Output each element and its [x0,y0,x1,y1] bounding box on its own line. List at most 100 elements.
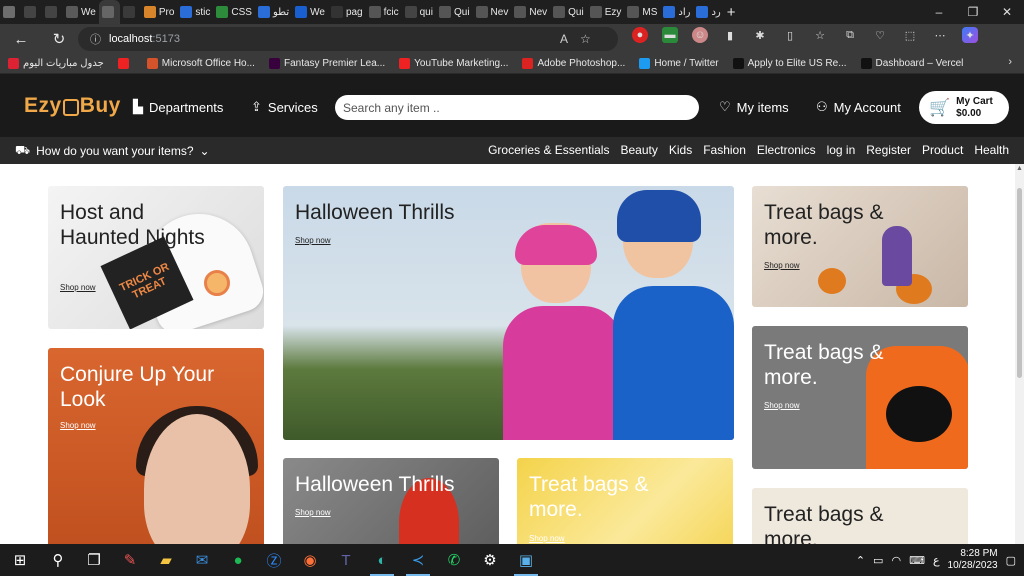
bookmark-link[interactable]: Adobe Photoshop... [522,58,625,69]
promo-card-treat-bags-1[interactable]: Treat bags & more. Shop now [752,186,968,307]
restore-button[interactable]: ❐ [956,5,990,19]
bookmark-link[interactable]: Fantasy Premier Lea... [268,58,385,69]
browser-tab[interactable]: fcic [366,0,402,24]
start-button[interactable]: ⊞ [0,544,40,576]
browser-tab[interactable]: Ezy [587,0,625,24]
shop-now-link[interactable]: Shop now [295,508,331,517]
browser-tab[interactable]: راد [660,0,693,24]
category-link[interactable]: log in [827,143,856,157]
extension-red-icon[interactable]: ● [632,27,648,43]
my-account-link[interactable]: ⚇ My Account [816,99,901,115]
close-window-button[interactable]: ✕ [990,5,1024,19]
cart-button[interactable]: 🛒 My Cart $0.00 [919,91,1009,124]
language-indicator[interactable]: ع [933,554,940,567]
category-link[interactable]: Health [974,143,1009,157]
refresh-button[interactable]: ↻ [44,24,74,54]
category-link[interactable]: Register [866,143,911,157]
firefox-icon[interactable]: ◉ [292,544,328,576]
favorite-star-icon[interactable]: ☆ [580,32,591,46]
browser-tab[interactable]: We [292,0,328,24]
promo-card-halloween-thrills-hero[interactable]: Halloween Thrills Shop now [283,186,734,440]
browser-tab[interactable]: MS [624,0,660,24]
ezybuy-logo[interactable]: Ezy Buy [24,94,121,118]
promo-card-treat-bags-4[interactable]: Treat bags & more. [752,488,968,544]
bookmark-link[interactable]: YouTube Marketing... [399,58,508,69]
shop-now-link[interactable]: Shop now [529,534,565,543]
my-items-link[interactable]: ♡ My items [719,99,789,115]
bookmarks-overflow-icon[interactable]: › [1008,56,1012,68]
split-screen-icon[interactable]: ▯ [782,27,798,43]
url-field[interactable]: ⓘ localhost:5173 [78,27,618,51]
bookmark-link[interactable]: جدول مباريات اليوم [8,58,104,69]
category-link[interactable]: Electronics [757,143,816,157]
promo-card-treat-bags-2[interactable]: Treat bags & more. Shop now [752,326,968,469]
extensions-puzzle-icon[interactable]: ✱ [752,27,768,43]
battery-icon[interactable]: ▭ [873,554,883,567]
category-link[interactable]: Fashion [703,143,746,157]
promo-card-treat-bags-3[interactable]: Treat bags & more. Shop now [517,458,733,544]
browser-tab[interactable]: Nev [473,0,512,24]
back-button[interactable]: ← [6,24,36,54]
wifi-icon[interactable]: ◠ [891,554,901,567]
file-explorer-icon[interactable]: ▰ [148,544,184,576]
whatsapp-icon[interactable]: ✆ [436,544,472,576]
category-link[interactable]: Product [922,143,963,157]
browser-tab[interactable]: تطو [255,0,292,24]
page-scrollbar[interactable]: ▲ [1015,164,1024,544]
browser-tab[interactable]: qui [402,0,436,24]
settings-icon[interactable]: ⚙ [472,544,508,576]
category-link[interactable]: Kids [669,143,692,157]
bookmark-link[interactable] [117,58,133,69]
bookmark-link[interactable]: Microsoft Office Ho... [146,58,255,69]
paint-app-icon[interactable]: ✎ [112,544,148,576]
browser-tab[interactable] [21,0,42,24]
promo-card-halloween-thrills-2[interactable]: Halloween Thrills Shop now [283,458,499,544]
browser-tab[interactable]: Nev [511,0,550,24]
keyboard-icon[interactable]: ⌨ [909,554,925,567]
browser-tab[interactable]: رد [693,0,723,24]
search-icon[interactable]: ⚲ [40,544,76,576]
shop-now-link[interactable]: Shop now [764,261,800,270]
browser-tab[interactable] [0,0,21,24]
performance-icon[interactable]: ♡ [872,27,888,43]
clock[interactable]: 8:28 PM 10/28/2023 [948,548,998,572]
extension-bookmark-icon[interactable]: ▮ [722,27,738,43]
browser-tab[interactable]: Pro [141,0,178,24]
category-link[interactable]: Groceries & Essentials [488,143,609,157]
bookmark-link[interactable]: Apply to Elite US Re... [732,58,847,69]
minimize-button[interactable]: – [922,5,956,19]
bookmark-link[interactable]: Dashboard – Vercel [860,58,963,69]
browser-tab[interactable] [98,0,120,24]
zoom-icon[interactable]: Ⓩ [256,544,292,576]
app-window-icon[interactable]: ▣ [508,544,544,576]
read-aloud-icon[interactable]: A [560,32,568,46]
browser-tab[interactable] [42,0,63,24]
more-menu-icon[interactable]: ⋯ [932,27,948,43]
browser-tab[interactable]: CSS [213,0,255,24]
task-view-icon[interactable]: ❐ [76,544,112,576]
info-icon[interactable]: ⓘ [90,31,101,47]
search-input[interactable] [335,95,699,120]
mail-icon[interactable]: ✉ [184,544,220,576]
promo-card-host-haunted[interactable]: TRICK OR TREAT Host and Haunted Nights S… [48,186,264,329]
extension-face-icon[interactable]: ☺ [692,27,708,43]
bookmark-link[interactable]: Home / Twitter [639,58,719,69]
promo-card-conjure-look[interactable]: Conjure Up Your Look Shop now [48,348,264,544]
new-tab-button[interactable]: + [724,0,739,24]
tray-overflow-icon[interactable]: ⌃ [856,554,865,567]
browser-tab[interactable] [120,0,141,24]
category-link[interactable]: Beauty [620,143,657,157]
edge-icon[interactable]: ◐ [364,544,400,576]
browser-tab[interactable]: We [63,0,99,24]
delivery-options-dropdown[interactable]: ⛟ How do you want your items? ⌄ [15,143,210,159]
browser-tab[interactable]: Qui [550,0,587,24]
shop-now-link[interactable]: Shop now [60,283,96,292]
departments-link[interactable]: ▙ Departments [133,99,223,115]
browser-tab[interactable]: stic [177,0,213,24]
copilot-icon[interactable]: ✦ [962,27,978,43]
extension-flag-icon[interactable]: ▬ [662,27,678,43]
favorites-icon[interactable]: ☆ [812,27,828,43]
shop-now-link[interactable]: Shop now [60,421,96,430]
collections-icon[interactable]: ⧉ [842,27,858,43]
spotify-icon[interactable]: ● [220,544,256,576]
